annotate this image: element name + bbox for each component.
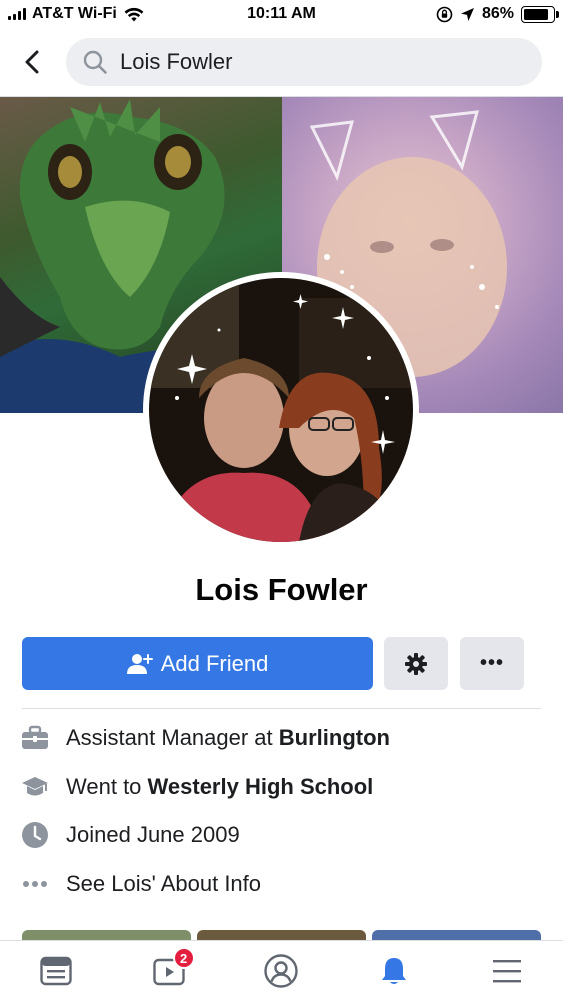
more-options-button[interactable]: ••• bbox=[460, 637, 524, 690]
profile-icon bbox=[264, 953, 299, 988]
ellipsis-icon bbox=[20, 869, 50, 899]
clock-icon bbox=[20, 820, 50, 850]
profile-picture[interactable] bbox=[143, 272, 419, 548]
search-header bbox=[0, 36, 563, 90]
add-person-icon bbox=[126, 653, 153, 674]
info-row-about[interactable]: See Lois' About Info bbox=[20, 864, 540, 904]
gear-icon bbox=[405, 652, 427, 675]
battery-icon bbox=[521, 5, 559, 23]
search-bar[interactable] bbox=[66, 38, 542, 86]
info-row-work: Assistant Manager at Burlington bbox=[20, 718, 540, 758]
add-friend-button[interactable]: Add Friend bbox=[22, 637, 373, 690]
search-icon bbox=[83, 50, 107, 74]
tab-watch[interactable]: 2 bbox=[113, 941, 226, 1000]
rotation-lock-icon bbox=[436, 6, 453, 22]
info-row-school: Went to Westerly High School bbox=[20, 767, 540, 807]
section-divider bbox=[22, 708, 541, 709]
notifications-icon bbox=[382, 957, 407, 984]
briefcase-icon bbox=[20, 723, 50, 753]
search-input[interactable] bbox=[120, 49, 500, 75]
school-prefix: Went to bbox=[66, 774, 148, 799]
school-name-link[interactable]: Westerly High School bbox=[148, 774, 374, 799]
signal-icon bbox=[8, 8, 26, 20]
see-about-info-link[interactable]: See Lois' About Info bbox=[66, 871, 261, 897]
profile-name: Lois Fowler bbox=[195, 572, 368, 607]
status-left: AT&T Wi-Fi bbox=[8, 5, 144, 23]
settings-button[interactable] bbox=[384, 637, 448, 690]
tab-menu[interactable] bbox=[450, 941, 563, 1000]
carrier-label: AT&T Wi-Fi bbox=[32, 5, 117, 22]
work-title: Assistant Manager at bbox=[66, 725, 279, 750]
joined-date: Joined June 2009 bbox=[66, 822, 240, 847]
work-place-link[interactable]: Burlington bbox=[279, 725, 390, 750]
tab-profile[interactable] bbox=[225, 941, 338, 1000]
profile-picture-image bbox=[149, 278, 413, 542]
graduation-cap-icon bbox=[20, 772, 50, 802]
bottom-tab-bar: 2 bbox=[0, 940, 563, 1000]
battery-level bbox=[524, 8, 549, 20]
menu-icon bbox=[492, 959, 521, 982]
location-arrow-icon bbox=[460, 7, 474, 21]
info-row-joined: Joined June 2009 bbox=[20, 815, 540, 855]
back-button[interactable] bbox=[16, 46, 48, 78]
more-options-icon: ••• bbox=[479, 652, 504, 674]
wifi-icon bbox=[124, 7, 144, 21]
add-friend-label: Add Friend bbox=[160, 650, 269, 676]
battery-percent: 86% bbox=[481, 5, 514, 22]
news-feed-icon bbox=[40, 956, 72, 985]
chevron-left-icon bbox=[25, 50, 39, 74]
status-right: 86% bbox=[436, 5, 559, 23]
tab-notifications[interactable] bbox=[338, 941, 451, 1000]
watch-badge: 2 bbox=[172, 947, 195, 969]
status-bar: AT&T Wi-Fi 10:11 AM 86% bbox=[0, 0, 563, 30]
tab-news-feed[interactable] bbox=[0, 941, 113, 1000]
